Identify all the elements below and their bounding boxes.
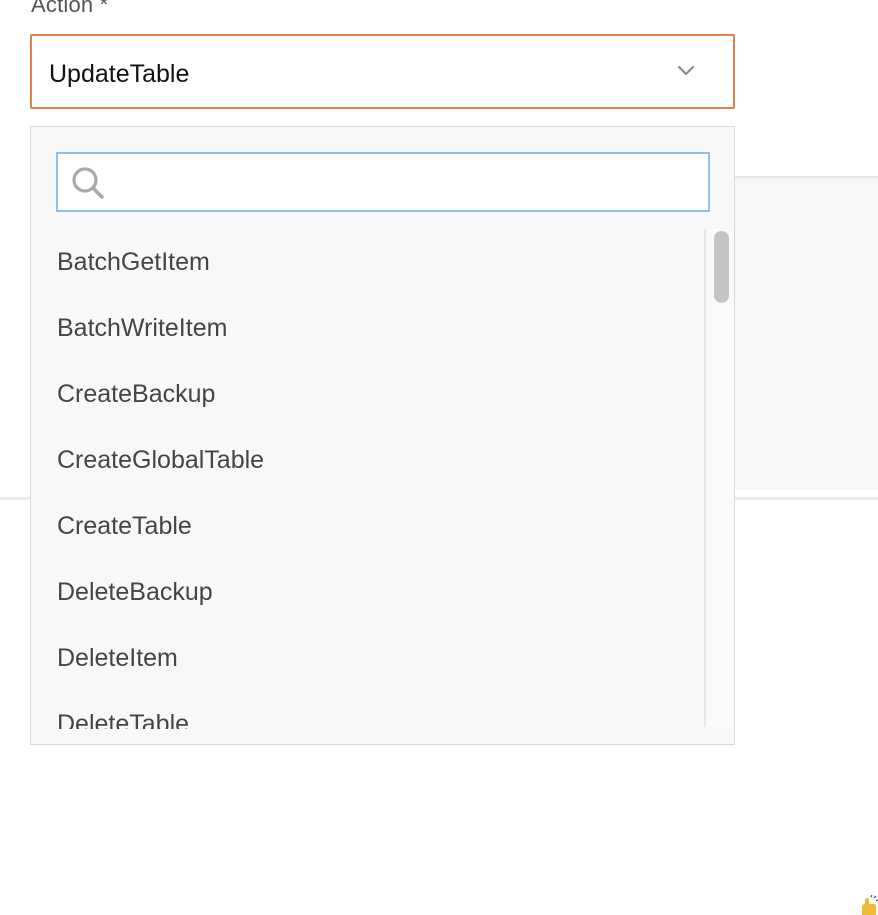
scrollbar-thumb[interactable] xyxy=(714,231,729,303)
action-select[interactable]: UpdateTable xyxy=(30,34,735,109)
search-input[interactable] xyxy=(116,154,700,212)
list-item[interactable]: CreateBackup xyxy=(31,361,703,427)
action-select-value: UpdateTable xyxy=(49,60,190,88)
action-field-label: Action * xyxy=(31,0,109,17)
search-icon xyxy=(70,165,106,201)
list-item[interactable]: BatchWriteItem xyxy=(31,295,703,361)
search-box[interactable] xyxy=(56,152,710,212)
action-dropdown-menu: BatchGetItem BatchWriteItem CreateBackup… xyxy=(30,126,735,745)
list-item[interactable]: DeleteItem xyxy=(31,625,703,691)
options-list: BatchGetItem BatchWriteItem CreateBackup… xyxy=(31,229,703,729)
list-item[interactable]: DeleteBackup xyxy=(31,559,703,625)
list-item[interactable]: DeleteTable xyxy=(31,691,703,729)
page: Action * UpdateTable BatchGetItem BatchW… xyxy=(0,0,878,915)
chevron-down-icon[interactable] xyxy=(677,62,695,80)
list-item[interactable]: CreateGlobalTable xyxy=(31,427,703,493)
scrollbar[interactable] xyxy=(704,229,734,727)
list-item[interactable]: BatchGetItem xyxy=(31,229,703,295)
hand-icon xyxy=(858,894,878,915)
list-item[interactable]: CreateTable xyxy=(31,493,703,559)
